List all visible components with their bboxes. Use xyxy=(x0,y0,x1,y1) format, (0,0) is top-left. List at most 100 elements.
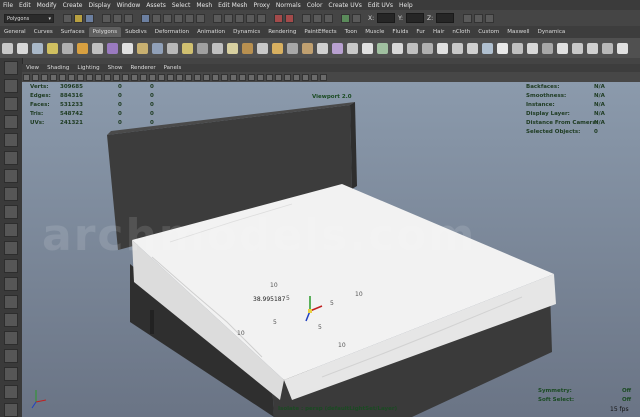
shelf-tool-icon[interactable] xyxy=(122,42,133,54)
shelf-tab-animation[interactable]: Animation xyxy=(193,27,229,37)
shelf-tool-icon[interactable] xyxy=(497,42,508,54)
menu-file[interactable]: File xyxy=(0,2,16,9)
panel-tool-icon[interactable] xyxy=(212,73,219,81)
menu-mesh[interactable]: Mesh xyxy=(193,2,215,9)
menu-edit-mesh[interactable]: Edit Mesh xyxy=(215,2,250,9)
panel-menu-renderer[interactable]: Renderer xyxy=(126,65,159,71)
history-icon[interactable] xyxy=(274,13,283,23)
construction-icon[interactable] xyxy=(285,13,294,23)
shelf-tab-muscle[interactable]: Muscle xyxy=(361,27,388,37)
shelf-tool-icon[interactable] xyxy=(317,42,328,54)
panel-tool-icon[interactable] xyxy=(176,73,183,81)
panel-tool-icon[interactable] xyxy=(311,73,318,81)
panel-tool-icon[interactable] xyxy=(293,73,300,81)
x-field[interactable] xyxy=(377,13,396,23)
panel-tool-icon[interactable] xyxy=(158,73,165,81)
shelf-tab-surfaces[interactable]: Surfaces xyxy=(57,27,89,37)
shelf-tool-icon[interactable] xyxy=(47,42,58,54)
shelf-tab-general[interactable]: General xyxy=(0,27,30,37)
pick-uv-icon[interactable] xyxy=(185,13,194,23)
layout-side-icon[interactable] xyxy=(4,259,18,273)
shelf-tool-icon[interactable] xyxy=(407,42,418,54)
shelf-tool-icon[interactable] xyxy=(587,42,598,54)
menu-window[interactable]: Window xyxy=(114,2,144,9)
shelf-tool-icon[interactable] xyxy=(572,42,583,54)
shelf-tool-icon[interactable] xyxy=(227,42,238,54)
shelf-tool-icon[interactable] xyxy=(272,42,283,54)
panel-tool-icon[interactable] xyxy=(140,73,147,81)
menu-edit-uvs[interactable]: Edit UVs xyxy=(365,2,396,9)
select-hierarchy-icon[interactable] xyxy=(102,13,111,23)
menu-proxy[interactable]: Proxy xyxy=(250,2,272,9)
rotate-tool-icon[interactable] xyxy=(4,133,18,147)
move-tool-icon[interactable] xyxy=(4,115,18,129)
select-object-icon[interactable] xyxy=(113,13,122,23)
panel-tool-icon[interactable] xyxy=(95,73,102,81)
snap-grid-icon[interactable] xyxy=(213,13,222,23)
panel-menu-panels[interactable]: Panels xyxy=(160,65,186,71)
panel-tool-icon[interactable] xyxy=(131,73,138,81)
shelf-tool-icon[interactable] xyxy=(482,42,493,54)
render-frame-icon[interactable] xyxy=(302,13,311,23)
panel-tool-icon[interactable] xyxy=(77,73,84,81)
y-field[interactable] xyxy=(406,13,425,23)
ipr-render-icon[interactable] xyxy=(313,13,322,23)
menu-color[interactable]: Color xyxy=(304,2,326,9)
new-scene-icon[interactable] xyxy=(63,13,72,23)
misc-panel-icon[interactable] xyxy=(4,385,18,399)
shelf-tool-icon[interactable] xyxy=(212,42,223,54)
shelf-tab-deformation[interactable]: Deformation xyxy=(151,27,193,37)
layout-single-icon[interactable] xyxy=(4,223,18,237)
shelf-tab-dynamics[interactable]: Dynamics xyxy=(229,27,264,37)
menu-select[interactable]: Select xyxy=(169,2,194,9)
shelf-tab-subdivs[interactable]: Subdivs xyxy=(121,27,151,37)
snap-curve-icon[interactable] xyxy=(224,13,233,23)
shelf-tool-icon[interactable] xyxy=(527,42,538,54)
shelf-tool-icon[interactable] xyxy=(242,42,253,54)
paint-select-icon[interactable] xyxy=(4,97,18,111)
layout-stack-icon[interactable] xyxy=(4,277,18,291)
panel-tool-icon[interactable] xyxy=(167,73,174,81)
panel-tool-icon[interactable] xyxy=(302,73,309,81)
panel-tool-icon[interactable] xyxy=(266,73,273,81)
panel-tool-icon[interactable] xyxy=(50,73,57,81)
layout-four-icon[interactable] xyxy=(4,241,18,255)
shelf-tab-dynamica[interactable]: Dynamica xyxy=(534,27,570,37)
panel-tool-icon[interactable] xyxy=(257,73,264,81)
shelf-tab-toon[interactable]: Toon xyxy=(341,27,362,37)
shelf-tool-icon[interactable] xyxy=(2,42,13,54)
panel-tool-icon[interactable] xyxy=(284,73,291,81)
shelf-tab-hair[interactable]: Hair xyxy=(429,27,448,37)
shelf-tab-fur[interactable]: Fur xyxy=(412,27,429,37)
open-scene-icon[interactable] xyxy=(74,13,83,23)
panel-tool-icon[interactable] xyxy=(122,73,129,81)
scale-tool-icon[interactable] xyxy=(4,151,18,165)
shelf-tool-icon[interactable] xyxy=(422,42,433,54)
shelf-tool-icon[interactable] xyxy=(602,42,613,54)
shelf-tab-maxwell[interactable]: Maxwell xyxy=(503,27,533,37)
relative-mode-icon[interactable] xyxy=(352,13,361,23)
panel-tool-icon[interactable] xyxy=(68,73,75,81)
shelf-tab-ncloth[interactable]: nCloth xyxy=(448,27,474,37)
menu-assets[interactable]: Assets xyxy=(143,2,169,9)
shelf-tool-icon[interactable] xyxy=(617,42,628,54)
pick-vertex-icon[interactable] xyxy=(152,13,161,23)
shelf-tool-icon[interactable] xyxy=(182,42,193,54)
shelf-tool-icon[interactable] xyxy=(92,42,103,54)
menu-create-uvs[interactable]: Create UVs xyxy=(325,2,364,9)
shelf-tool-icon[interactable] xyxy=(32,42,43,54)
panel-menu-lighting[interactable]: Lighting xyxy=(73,65,103,71)
panel-tool-icon[interactable] xyxy=(104,73,111,81)
shelf-tab-rendering[interactable]: Rendering xyxy=(264,27,300,37)
panel-tool-icon[interactable] xyxy=(41,73,48,81)
shelf-tool-icon[interactable] xyxy=(17,42,28,54)
tool-settings-icon[interactable] xyxy=(474,13,484,23)
shelf-tool-icon[interactable] xyxy=(377,42,388,54)
shelf-tool-icon[interactable] xyxy=(137,42,148,54)
shelf-tool-icon[interactable] xyxy=(512,42,523,54)
panel-tool-icon[interactable] xyxy=(320,73,327,81)
shelf-tool-icon[interactable] xyxy=(437,42,448,54)
shelf-tool-icon[interactable] xyxy=(62,42,73,54)
shelf-tab-fluids[interactable]: Fluids xyxy=(388,27,412,37)
panel-tool-icon[interactable] xyxy=(23,73,30,81)
